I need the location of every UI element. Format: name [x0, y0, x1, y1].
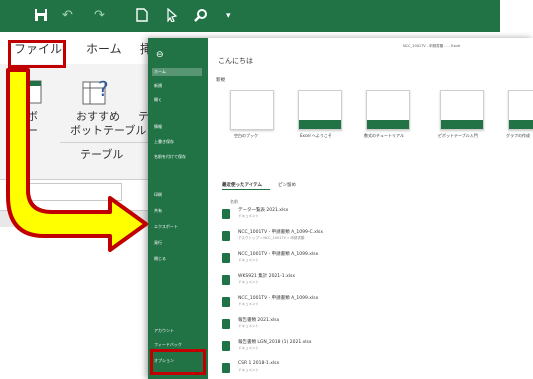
yellow-arrow-icon — [6, 68, 148, 252]
